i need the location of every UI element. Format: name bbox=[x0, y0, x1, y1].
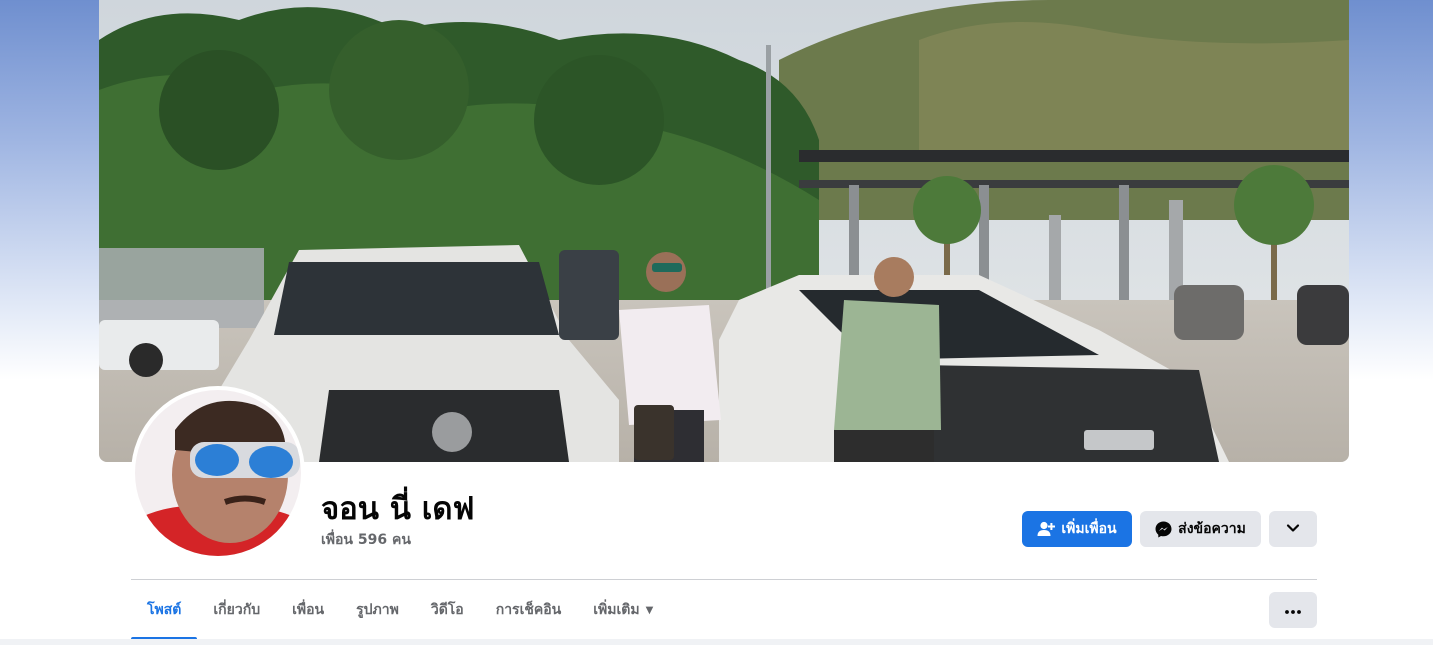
tab-more[interactable]: เพิ่มเติม ▼ bbox=[577, 581, 669, 639]
message-label: ส่งข้อความ bbox=[1178, 521, 1246, 537]
tab-posts-label: โพสต์ bbox=[147, 602, 182, 618]
tab-videos-label: วิดีโอ bbox=[430, 602, 464, 618]
profile-page: จอน นี่ เดฟ เพื่อน 596 คน เพิ่มเพื่อน ส่… bbox=[0, 0, 1433, 645]
ellipsis-icon bbox=[1285, 602, 1301, 618]
cover-photo-image bbox=[99, 0, 1349, 462]
profile-tabs: โพสต์ เกี่ยวกับ เพื่อน รูปภาพ วิดีโอ การ… bbox=[131, 581, 669, 640]
tab-more-label: เพิ่มเติม bbox=[593, 602, 640, 618]
add-friend-button[interactable]: เพิ่มเพื่อน bbox=[1022, 511, 1132, 547]
avatar[interactable] bbox=[135, 390, 301, 556]
caret-down-icon: ▼ bbox=[645, 604, 654, 616]
page-body-background bbox=[0, 639, 1433, 645]
profile-picture-frame[interactable] bbox=[131, 386, 305, 560]
tab-about[interactable]: เกี่ยวกับ bbox=[197, 581, 276, 639]
chevron-down-icon bbox=[1286, 521, 1300, 537]
add-friend-icon bbox=[1037, 521, 1056, 537]
cover-photo[interactable] bbox=[99, 0, 1349, 462]
tab-posts[interactable]: โพสต์ bbox=[131, 581, 198, 640]
tabs-overflow-button[interactable] bbox=[1269, 592, 1317, 628]
tab-about-label: เกี่ยวกับ bbox=[213, 602, 261, 618]
tab-friends[interactable]: เพื่อน bbox=[276, 581, 340, 639]
message-button[interactable]: ส่งข้อความ bbox=[1140, 511, 1261, 547]
tab-videos[interactable]: วิดีโอ bbox=[415, 581, 480, 639]
messenger-icon bbox=[1155, 521, 1172, 538]
tab-check-ins[interactable]: การเช็คอิน bbox=[480, 581, 578, 639]
friends-count[interactable]: เพื่อน 596 คน bbox=[321, 529, 411, 551]
tab-friends-label: เพื่อน bbox=[292, 602, 325, 618]
add-friend-label: เพิ่มเพื่อน bbox=[1061, 521, 1117, 537]
profile-name: จอน นี่ เดฟ bbox=[321, 491, 475, 527]
header-divider bbox=[131, 579, 1317, 580]
more-profile-options-button[interactable] bbox=[1269, 511, 1317, 547]
tab-photos-label: รูปภาพ bbox=[356, 602, 399, 618]
tab-photos[interactable]: รูปภาพ bbox=[340, 581, 415, 639]
tab-check-ins-label: การเช็คอิน bbox=[495, 602, 562, 618]
avatar-image bbox=[135, 390, 301, 556]
